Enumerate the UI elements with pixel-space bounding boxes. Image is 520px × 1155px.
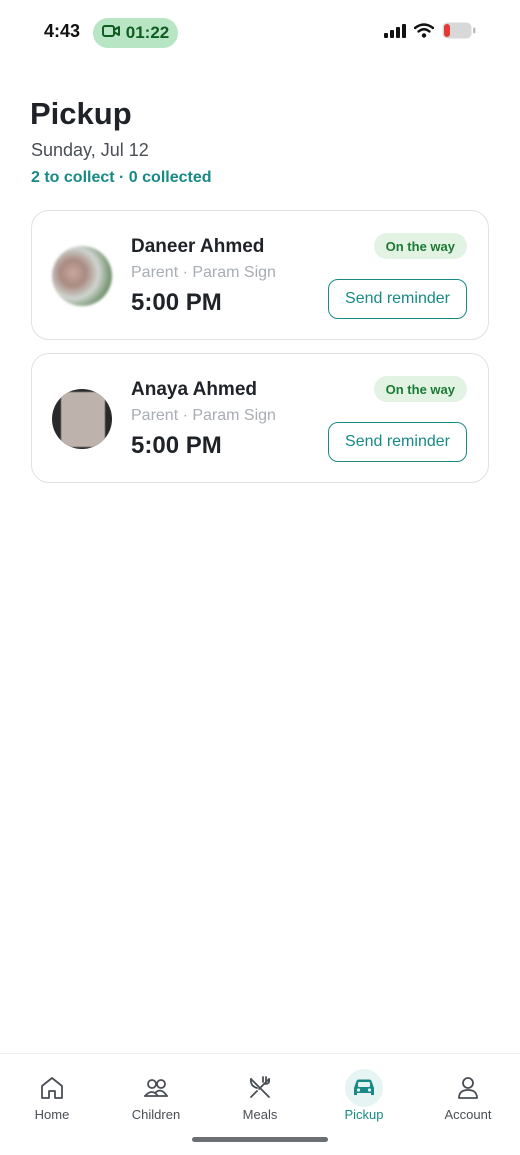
status-icons [384, 22, 476, 44]
status-badge: On the way [373, 376, 467, 402]
page-date: Sunday, Jul 12 [31, 140, 149, 160]
pickup-summary: 2 to collect · 0 collected [31, 169, 212, 186]
children-icon [140, 1072, 172, 1104]
person-meta: Parent · Param Sign [131, 264, 276, 281]
person-icon [452, 1072, 484, 1104]
pickup-time: 5:00 PM [131, 289, 222, 316]
pickup-card[interactable]: Daneer Ahmed Parent · Param Sign 5:00 PM… [31, 210, 489, 340]
wifi-icon [413, 23, 435, 43]
nav-label: Meals [242, 1107, 278, 1122]
pickup-time: 5:00 PM [131, 432, 222, 459]
nav-label: Children [131, 1107, 181, 1122]
status-time: 4:43 [44, 21, 81, 41]
nav-label: Account [444, 1107, 492, 1122]
nav-label: Home [34, 1107, 70, 1122]
nav-label: Pickup [344, 1107, 384, 1122]
avatar [52, 389, 112, 449]
person-name: Daneer Ahmed [131, 236, 265, 257]
nav-item-home[interactable]: Home [0, 1054, 104, 1155]
home-icon [36, 1072, 68, 1104]
person-meta: Parent · Param Sign [131, 407, 276, 424]
video-camera-icon [101, 24, 120, 43]
page-title: Pickup [30, 96, 132, 131]
status-bar: 4:43 01:22 [0, 0, 520, 64]
person-name: Anaya Ahmed [131, 379, 257, 400]
home-indicator[interactable] [192, 1137, 328, 1142]
send-reminder-button[interactable]: Send reminder [328, 422, 467, 462]
battery-low-icon [442, 22, 476, 44]
signal-icon [384, 23, 406, 43]
car-icon [345, 1069, 383, 1107]
call-timer: 01:22 [125, 23, 170, 42]
status-badge: On the way [373, 233, 467, 259]
nav-item-account[interactable]: Account [416, 1054, 520, 1155]
call-indicator-pill[interactable]: 01:22 [93, 18, 178, 48]
send-reminder-button[interactable]: Send reminder [328, 279, 467, 319]
avatar [52, 246, 112, 306]
fork-knife-icon [244, 1072, 276, 1104]
pickup-card[interactable]: Anaya Ahmed Parent · Param Sign 5:00 PM … [31, 353, 489, 483]
